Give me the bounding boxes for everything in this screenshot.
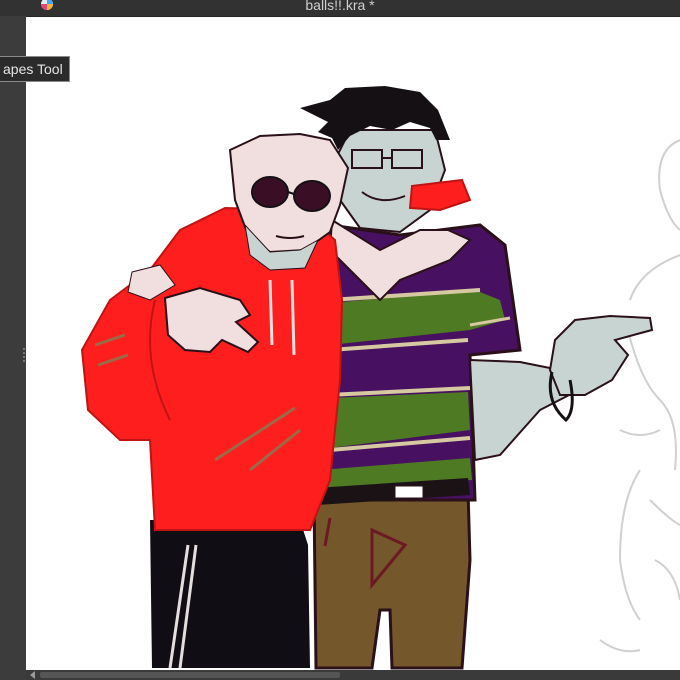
- scroll-thumb[interactable]: [40, 672, 340, 678]
- title-bar: balls!!.kra *: [0, 0, 680, 17]
- toolbox-panel: [0, 16, 26, 680]
- artwork-illustration: [80, 86, 680, 670]
- window-title: balls!!.kra *: [305, 0, 375, 13]
- tool-tooltip: apes Tool: [0, 56, 70, 82]
- drawing-canvas[interactable]: [26, 17, 680, 670]
- horizontal-scrollbar[interactable]: [26, 670, 680, 680]
- right-figure-head: [333, 129, 447, 234]
- background-sketch-lines: [599, 139, 680, 653]
- right-figure-hand: [548, 314, 654, 396]
- chevron-left-icon[interactable]: [30, 671, 35, 679]
- right-figure-pants: [312, 488, 472, 670]
